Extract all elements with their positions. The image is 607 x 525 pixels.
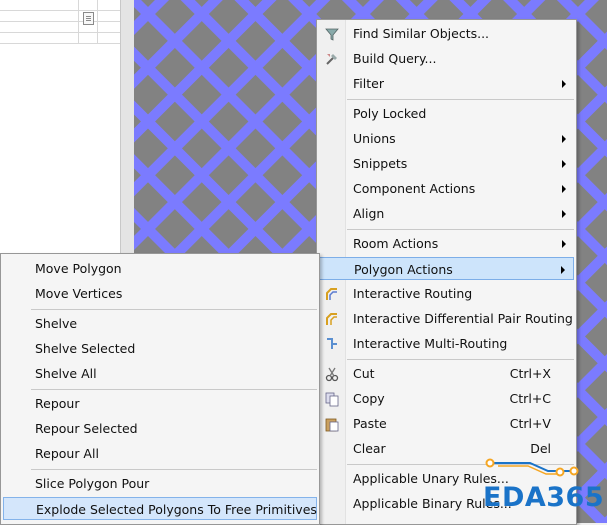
menu-item-label: Interactive Differential Pair Routing [353, 311, 573, 326]
scissors-icon [324, 366, 340, 382]
submenu-arrow-icon [561, 266, 565, 274]
menu-item-label: Poly Locked [353, 106, 427, 121]
properties-grid [0, 0, 120, 44]
menu-item-polygon-actions[interactable]: Polygon Actions [319, 257, 574, 280]
menu-item-build-query[interactable]: Build Query... [319, 47, 574, 70]
menu-item-cut[interactable]: Cut Ctrl+X [319, 362, 574, 385]
menu-separator [31, 389, 317, 390]
submenu-arrow-icon [562, 240, 566, 248]
grid-column-divider [78, 0, 79, 44]
grid-row[interactable] [0, 0, 120, 11]
menu-item-label: Repour Selected [35, 421, 138, 436]
menu-item-copy[interactable]: Copy Ctrl+C [319, 387, 574, 410]
menu-item-label: Filter [353, 76, 384, 91]
menu-item-label: Room Actions [353, 236, 439, 251]
menu-separator [347, 229, 574, 230]
menu-item-label: Build Query... [353, 51, 437, 66]
menu-item-interactive-multi-routing[interactable]: Interactive Multi-Routing [319, 332, 574, 355]
submenu-arrow-icon [562, 160, 566, 168]
menu-item-poly-locked[interactable]: Poly Locked [319, 102, 574, 125]
menu-item-repour-selected[interactable]: Repour Selected [3, 417, 317, 440]
submenu-arrow-icon [562, 210, 566, 218]
menu-item-label: Repour All [35, 446, 99, 461]
menu-item-slice-polygon-pour[interactable]: Slice Polygon Pour [3, 472, 317, 495]
menu-item-label: Snippets [353, 156, 408, 171]
tools-icon [324, 51, 340, 67]
menu-item-filter[interactable]: Filter [319, 72, 574, 95]
menu-item-label: Clear [353, 441, 386, 456]
grid-row[interactable] [0, 22, 120, 33]
menu-item-align[interactable]: Align [319, 202, 574, 225]
document-icon [83, 12, 94, 25]
submenu-arrow-icon [562, 80, 566, 88]
menu-item-label: Shelve All [35, 366, 97, 381]
grid-row[interactable] [0, 11, 120, 22]
menu-item-label: Paste [353, 416, 387, 431]
grid-column-divider [97, 0, 98, 44]
menu-item-label: Interactive Multi-Routing [353, 336, 508, 351]
menu-item-unions[interactable]: Unions [319, 127, 574, 150]
menu-item-shelve[interactable]: Shelve [3, 312, 317, 335]
menu-item-shortcut: Ctrl+X [509, 366, 551, 381]
menu-item-label: Copy [353, 391, 385, 406]
menu-item-label: Slice Polygon Pour [35, 476, 150, 491]
menu-item-shelve-all[interactable]: Shelve All [3, 362, 317, 385]
menu-item-shortcut: Ctrl+V [509, 416, 551, 431]
multi-routing-icon [324, 336, 340, 352]
menu-item-label: Shelve Selected [35, 341, 136, 356]
menu-item-label: Move Vertices [35, 286, 123, 301]
menu-item-move-vertices[interactable]: Move Vertices [3, 282, 317, 305]
copy-icon [324, 391, 340, 407]
diff-pair-routing-icon [324, 311, 340, 327]
grid-row[interactable] [0, 33, 120, 44]
menu-item-label: Unions [353, 131, 396, 146]
menu-item-label: Interactive Routing [353, 286, 473, 301]
menu-item-repour[interactable]: Repour [3, 392, 317, 415]
polygon-actions-submenu: Move Polygon Move Vertices Shelve Shelve Se… [0, 253, 320, 525]
funnel-icon [324, 26, 340, 42]
menu-item-label: Cut [353, 366, 375, 381]
menu-item-find-similar-objects[interactable]: Find Similar Objects... [319, 22, 574, 45]
eda365-logo: EDA365 [478, 454, 607, 523]
menu-item-move-polygon[interactable]: Move Polygon [3, 257, 317, 280]
menu-separator [31, 469, 317, 470]
menu-item-repour-all[interactable]: Repour All [3, 442, 317, 465]
menu-item-interactive-routing[interactable]: Interactive Routing [319, 282, 574, 305]
menu-item-paste[interactable]: Paste Ctrl+V [319, 412, 574, 435]
menu-separator [347, 99, 574, 100]
menu-item-interactive-differential-pair-routing[interactable]: Interactive Differential Pair Routing [319, 307, 574, 330]
menu-item-room-actions[interactable]: Room Actions [319, 232, 574, 255]
menu-item-label: Component Actions [353, 181, 476, 196]
menu-item-label: Shelve [35, 316, 78, 331]
menu-separator [31, 309, 317, 310]
menu-item-label: Repour [35, 396, 80, 411]
menu-item-label: Find Similar Objects... [353, 26, 490, 41]
submenu-arrow-icon [562, 135, 566, 143]
context-menu: Find Similar Objects... Build Query... Fil… [316, 19, 577, 525]
logo-text: EDA365 [483, 482, 605, 513]
menu-item-label: Align [353, 206, 385, 221]
menu-item-component-actions[interactable]: Component Actions [319, 177, 574, 200]
interactive-routing-icon [324, 286, 340, 302]
paste-icon [324, 416, 340, 432]
menu-item-shortcut: Ctrl+C [509, 391, 551, 406]
menu-separator [347, 359, 574, 360]
menu-item-label: Move Polygon [35, 261, 122, 276]
menu-item-shelve-selected[interactable]: Shelve Selected [3, 337, 317, 360]
menu-item-label: Polygon Actions [354, 262, 453, 277]
menu-item-snippets[interactable]: Snippets [319, 152, 574, 175]
menu-item-explode-selected-polygons-to-free-primitives[interactable]: Explode Selected Polygons To Free Primit… [3, 497, 317, 520]
menu-item-label: Explode Selected Polygons To Free Primit… [36, 502, 317, 517]
submenu-arrow-icon [562, 185, 566, 193]
